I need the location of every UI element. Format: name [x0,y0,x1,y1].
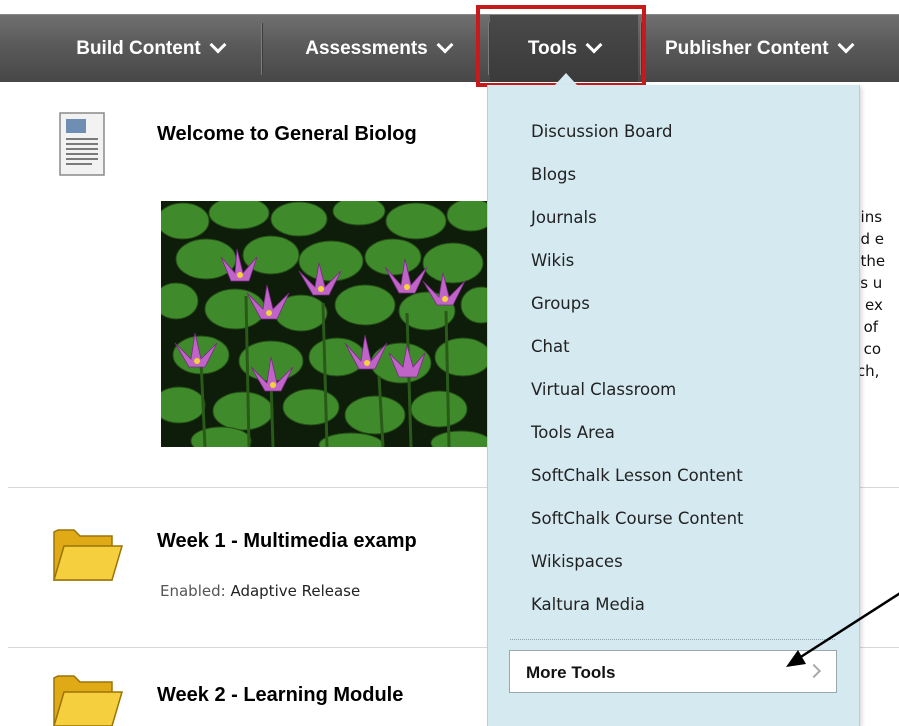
week2-item-title[interactable]: Week 2 - Learning Module [157,684,403,707]
tools-label: Tools [527,37,578,59]
toolbar-divider [640,23,641,75]
chevron-down-icon [209,36,227,54]
publisher-content-label: Publisher Content [665,37,829,59]
enabled-label: Enabled: [160,582,226,600]
course-toolbar: Build Content Assessments Tools Publishe… [0,14,899,82]
menu-item-kaltura-media[interactable]: Kaltura Media [531,595,645,614]
menu-item-softchalk-course-content[interactable]: SoftChalk Course Content [531,509,744,528]
enabled-value: Adaptive Release [230,582,361,600]
toolbar-divider [488,23,489,75]
chevron-down-icon [436,36,454,54]
folder-icon [53,675,124,726]
assessments-button[interactable]: Assessments [272,15,484,82]
menu-item-chat[interactable]: Chat [531,337,570,356]
toolbar-divider [261,23,262,75]
menu-item-blogs[interactable]: Blogs [531,165,576,184]
tools-button[interactable]: Tools [490,15,638,82]
chevron-right-icon [806,663,822,679]
menu-item-tools-area[interactable]: Tools Area [531,423,615,442]
document-icon [59,112,105,176]
menu-separator [510,639,835,640]
assessments-label: Assessments [305,37,428,59]
welcome-item-title[interactable]: Welcome to General Biolog [157,123,417,146]
menu-item-groups[interactable]: Groups [531,294,590,313]
course-page: Build Content Assessments Tools Publishe… [0,0,899,726]
adaptive-release-status: Enabled: Adaptive Release [160,582,360,600]
tools-dropdown-menu: Discussion Board Blogs Journals Wikis Gr… [487,85,860,726]
chevron-down-icon [585,36,603,54]
chevron-down-icon [837,36,855,54]
build-content-label: Build Content [76,37,201,59]
menu-pointer-caret [555,73,577,85]
menu-item-discussion-board[interactable]: Discussion Board [531,122,672,141]
menu-item-virtual-classroom[interactable]: Virtual Classroom [531,380,676,399]
menu-item-wikispaces[interactable]: Wikispaces [531,552,623,571]
menu-item-journals[interactable]: Journals [531,208,597,227]
publisher-content-button[interactable]: Publisher Content [652,15,899,82]
more-tools-button[interactable]: More Tools [509,650,837,693]
build-content-button[interactable]: Build Content [40,15,260,82]
week1-item-title[interactable]: Week 1 - Multimedia examp [157,530,417,553]
menu-item-softchalk-lesson-content[interactable]: SoftChalk Lesson Content [531,466,743,485]
more-tools-label: More Tools [526,663,616,682]
water-lily-image [161,201,491,447]
folder-icon [52,529,124,581]
menu-item-wikis[interactable]: Wikis [531,251,574,270]
